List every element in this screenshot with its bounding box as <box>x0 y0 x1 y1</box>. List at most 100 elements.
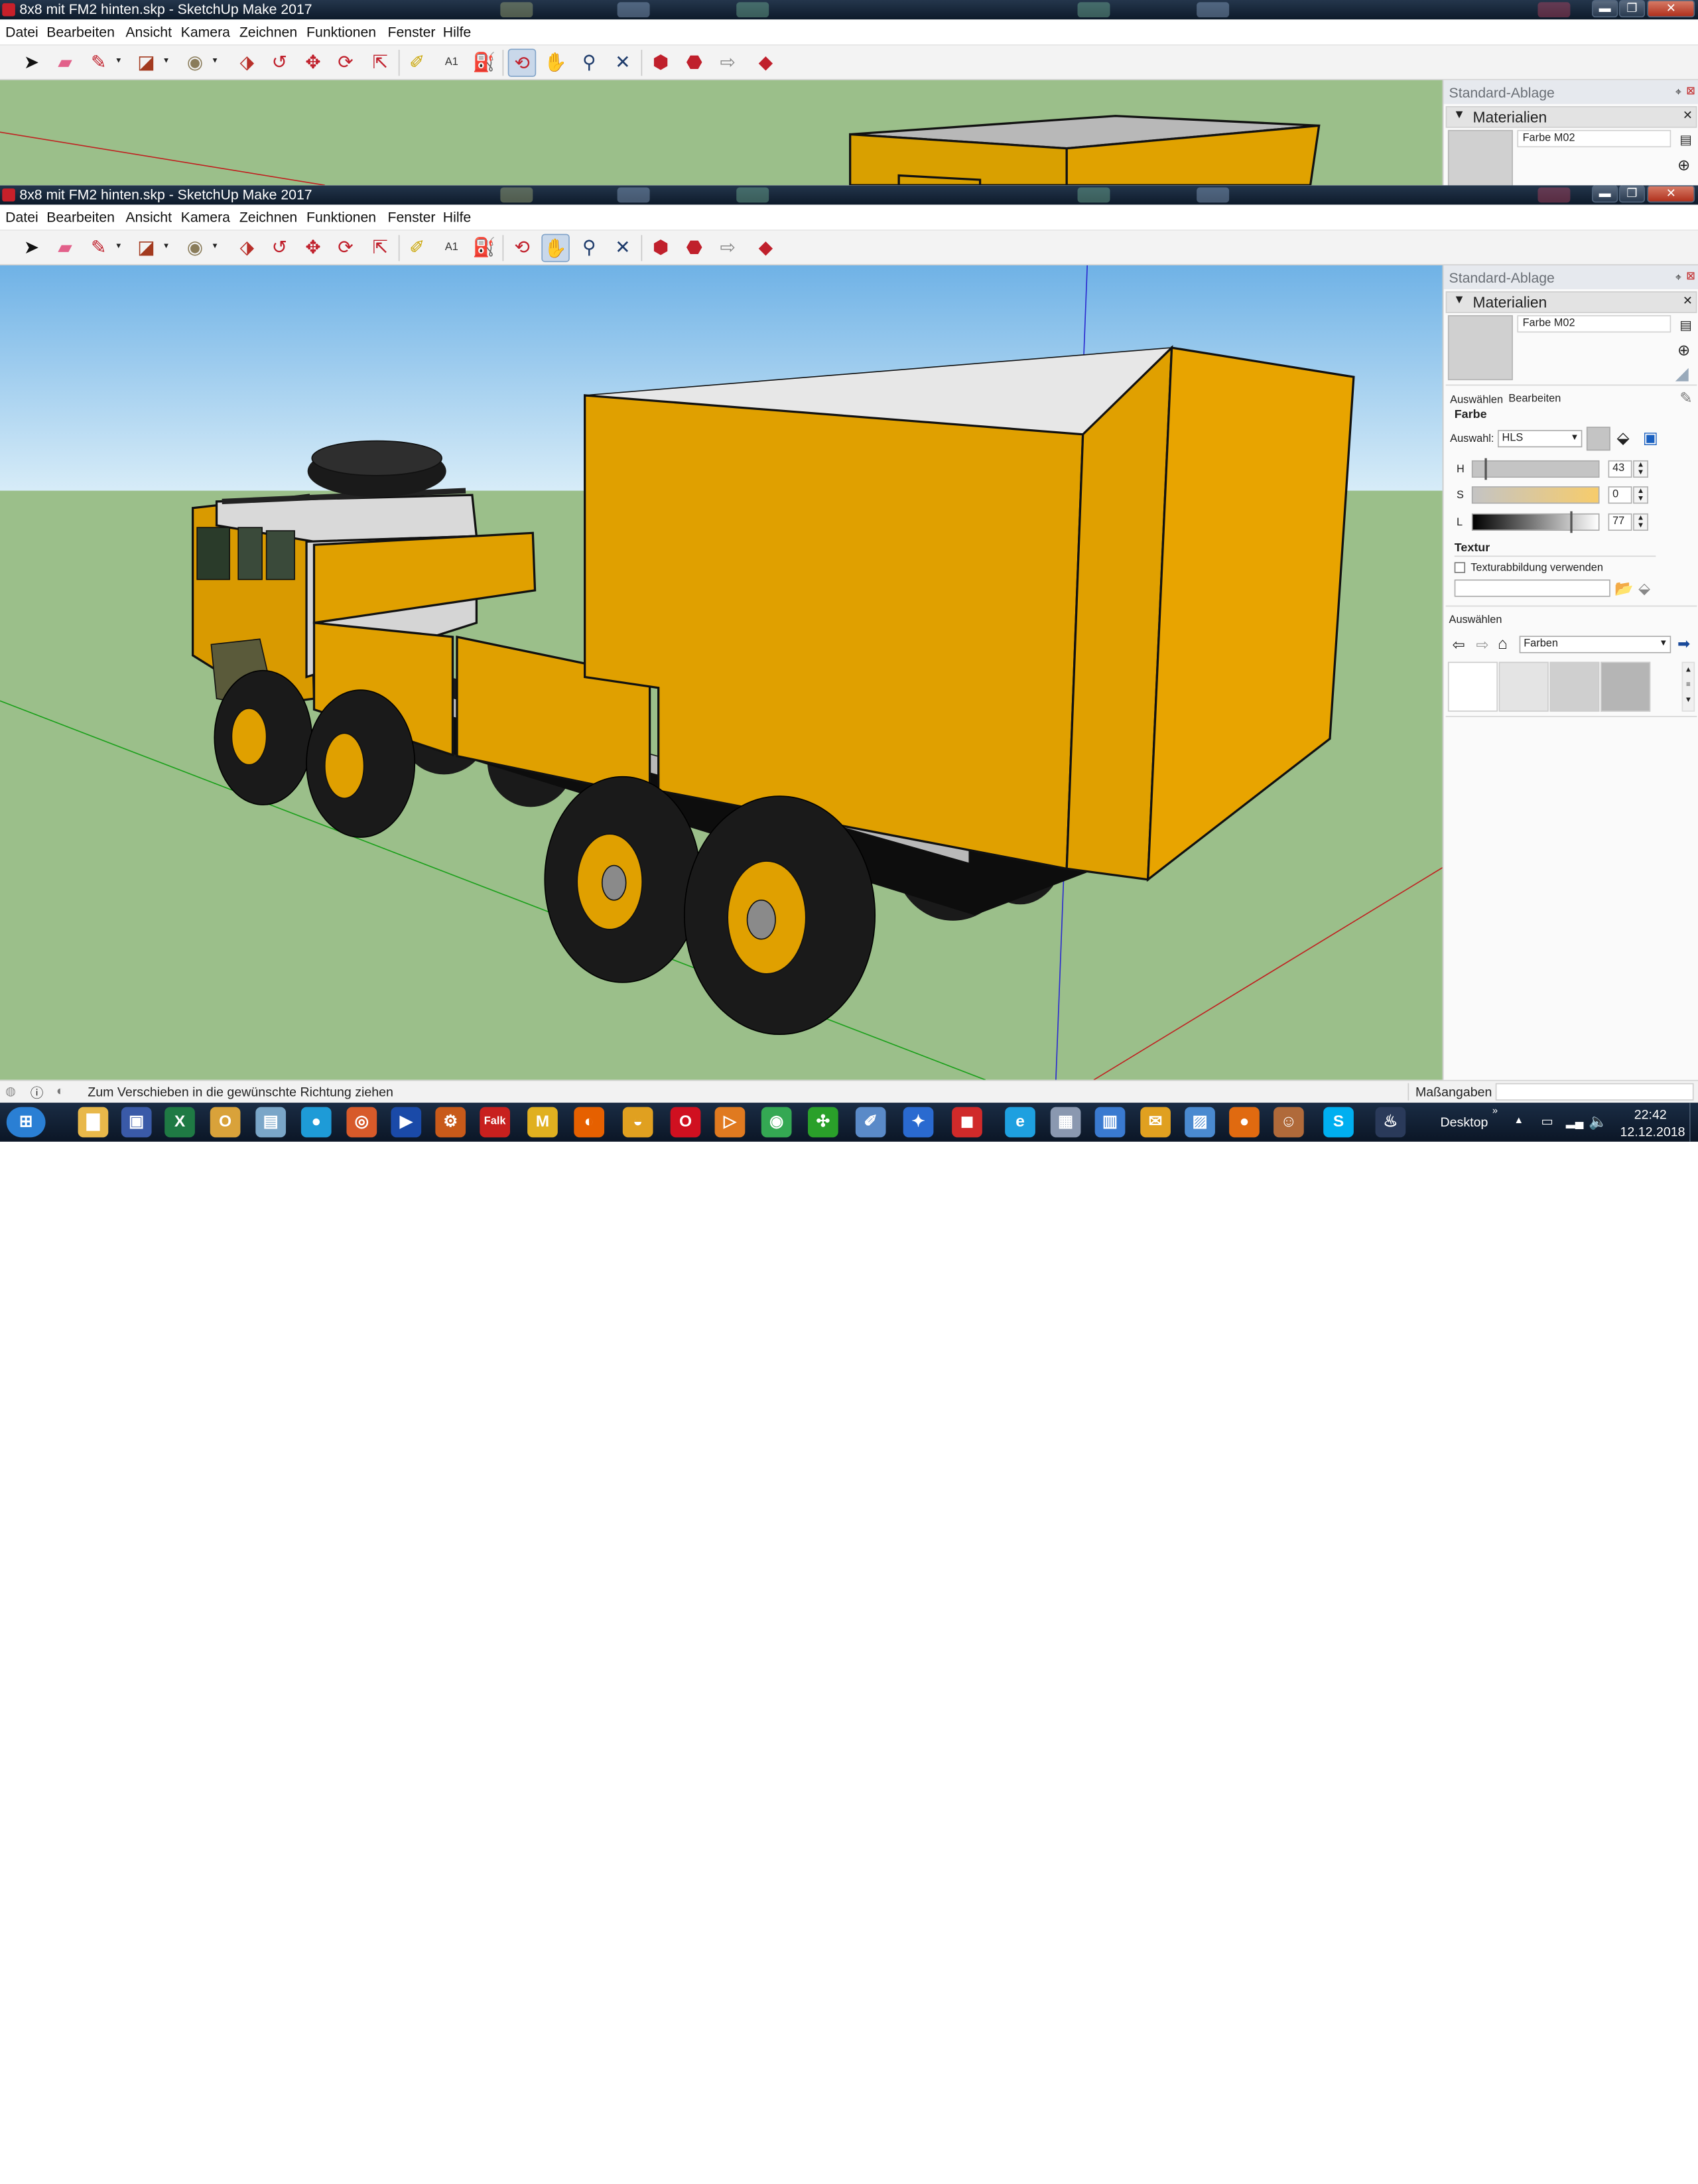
menu-fenster[interactable]: Fenster <box>388 209 436 225</box>
tray-close-icon[interactable]: ⊠ <box>1686 271 1695 283</box>
menu-zeichnen[interactable]: Zeichnen <box>239 24 297 40</box>
title-bar[interactable]: 8x8 mit FM2 hinten.skp - SketchUp Make 2… <box>0 0 1698 20</box>
scale-tool-icon[interactable]: ⇱ <box>366 234 394 262</box>
push-pull-icon[interactable]: ⬗ <box>233 48 261 76</box>
zoom-extents-icon[interactable]: ✕ <box>609 234 637 262</box>
geo-location-icon[interactable]: ◍ <box>5 1084 16 1099</box>
user-account-icon[interactable]: ◐ <box>56 1083 64 1099</box>
match-model-color-icon[interactable]: ⬙ <box>1617 428 1630 448</box>
color-swatch-white[interactable] <box>1447 661 1498 712</box>
arc-tool-icon[interactable]: ◪ <box>132 48 160 76</box>
calculator-icon[interactable]: ▦ <box>1050 1107 1081 1138</box>
picker-select[interactable]: HLS ▼ <box>1498 430 1583 448</box>
warehouse-icon[interactable]: ⬢ <box>647 48 675 76</box>
tool-dropdown-arrow-icon[interactable]: ▼ <box>163 243 170 250</box>
menu-datei[interactable]: Datei <box>5 24 38 40</box>
push-pull-icon[interactable]: ⬗ <box>233 234 261 262</box>
chrome-icon[interactable]: ◉ <box>761 1107 792 1138</box>
network-icon[interactable]: ▭ <box>1541 1113 1553 1128</box>
media-player-icon[interactable]: ▷ <box>714 1107 746 1138</box>
falk-navigator-icon[interactable]: Falk <box>480 1107 511 1138</box>
color-swatch-grey[interactable] <box>1549 661 1600 712</box>
materials-panel-header[interactable]: ▼ Materialien ✕ <box>1445 291 1697 313</box>
volume-icon[interactable]: 🔈 <box>1589 1113 1607 1131</box>
materials-panel-header[interactable]: ▼ Materialien ✕ <box>1445 106 1697 128</box>
ruby-extension-icon[interactable]: ◆ <box>751 234 779 262</box>
back-arrow-icon[interactable]: ⇦ <box>1452 636 1465 654</box>
outlook-icon[interactable]: O <box>210 1107 241 1138</box>
desktop-toolbar-label[interactable]: Desktop <box>1440 1115 1488 1130</box>
tool-dropdown-arrow-icon[interactable]: ▼ <box>163 58 170 65</box>
zoom-tool-icon[interactable]: ⚲ <box>575 234 603 262</box>
tools-app-icon[interactable]: ⚙ <box>435 1107 466 1138</box>
menu-kamera[interactable]: Kamera <box>181 209 230 225</box>
saturation-spinner[interactable]: ▲ ▼ <box>1633 486 1648 504</box>
avatar-app-icon[interactable]: ☺ <box>1274 1107 1304 1138</box>
rotate-tool-icon[interactable]: ⟳ <box>332 234 359 262</box>
display-secondary-icon[interactable]: ▤ <box>1679 132 1692 147</box>
network-app-icon[interactable]: ▨ <box>1185 1107 1215 1138</box>
display-secondary-icon[interactable]: ▤ <box>1679 317 1692 332</box>
orbit-tool-icon[interactable]: ⟲ <box>507 48 537 77</box>
library-select[interactable]: Farben ▼ <box>1519 636 1671 653</box>
tool-dropdown-arrow-icon[interactable]: ▼ <box>211 58 218 65</box>
zoom-tool-icon[interactable]: ⚲ <box>575 48 603 76</box>
orange-app-icon[interactable]: ● <box>1229 1107 1260 1138</box>
restore-button[interactable]: ❐ <box>1618 185 1646 203</box>
sketchup-taskbar-icon[interactable]: ◼ <box>952 1107 982 1138</box>
blue-star-app-icon[interactable]: ✦ <box>903 1107 934 1138</box>
minimize-button[interactable]: ▬ <box>1592 185 1618 203</box>
windows-start-icon[interactable]: ⊞ <box>6 1107 46 1138</box>
sketchup-window[interactable]: 8x8 mit FM2 hinten.skp - SketchUp Make 2… <box>0 185 1698 1103</box>
extension-warehouse-icon[interactable]: ⬣ <box>680 234 708 262</box>
create-material-icon[interactable]: ⊕ <box>1677 156 1690 174</box>
menu-hilfe[interactable]: Hilfe <box>443 209 471 225</box>
chevron-right-icon[interactable]: » <box>1492 1105 1498 1115</box>
internet-explorer-icon[interactable]: e <box>1005 1107 1035 1138</box>
text-tool-icon[interactable]: A1 <box>438 234 466 262</box>
skype-icon[interactable]: S <box>1323 1107 1354 1138</box>
menu-fenster[interactable]: Fenster <box>388 24 436 40</box>
orbit-tool-icon[interactable]: ⟲ <box>508 234 536 262</box>
green-app-icon[interactable]: ✣ <box>807 1107 838 1138</box>
hue-slider[interactable] <box>1471 460 1600 478</box>
ball-app-icon[interactable]: ◒ <box>622 1107 653 1138</box>
paint-app-icon[interactable]: ✐ <box>855 1107 886 1138</box>
tab-edit[interactable]: Bearbeiten <box>1508 393 1561 405</box>
tool-dropdown-arrow-icon[interactable]: ▼ <box>115 58 122 65</box>
extension-warehouse-icon[interactable]: ⬣ <box>680 48 708 76</box>
texture-edit-icon[interactable]: ⬙ <box>1638 579 1650 598</box>
clock-time[interactable]: 22:42 <box>1634 1107 1667 1123</box>
menu-hilfe[interactable]: Hilfe <box>443 24 471 40</box>
title-bar[interactable]: 8x8 mit FM2 hinten.skp - SketchUp Make 2… <box>0 185 1698 205</box>
folder-open-icon[interactable]: 📂 <box>1614 579 1633 598</box>
follow-me-icon[interactable]: ↺ <box>265 234 293 262</box>
details-arrow-icon[interactable]: ➡ <box>1677 635 1690 653</box>
menu-funktionen[interactable]: Funktionen <box>306 24 376 40</box>
move-tool-icon[interactable]: ✥ <box>299 48 327 76</box>
m-app-icon[interactable]: M <box>527 1107 558 1138</box>
paint-bucket-icon[interactable]: ⛽ <box>470 234 498 262</box>
mail-app-icon[interactable]: ✉ <box>1140 1107 1171 1138</box>
menu-funktionen[interactable]: Funktionen <box>306 209 376 225</box>
pan-tool-icon[interactable]: ✋ <box>541 48 569 76</box>
texture-path-field[interactable] <box>1454 579 1610 597</box>
rotate-tool-icon[interactable]: ⟳ <box>332 48 359 76</box>
zoom-extents-icon[interactable]: ✕ <box>609 48 637 76</box>
collapse-triangle-icon[interactable]: ▼ <box>1453 293 1465 307</box>
menu-ansicht[interactable]: Ansicht <box>125 209 172 225</box>
show-hidden-icons[interactable]: ▲ <box>1514 1115 1524 1125</box>
eraser-tool-icon[interactable]: ▰ <box>51 234 79 262</box>
select-tool-icon[interactable]: ➤ <box>17 48 45 76</box>
tool-dropdown-arrow-icon[interactable]: ▼ <box>211 243 218 250</box>
panel-close-icon[interactable]: ✕ <box>1683 108 1693 123</box>
viewport-back[interactable] <box>0 80 1443 186</box>
file-explorer-icon[interactable]: ▇ <box>78 1107 109 1138</box>
follow-me-icon[interactable]: ↺ <box>265 48 293 76</box>
minimize-button[interactable]: ▬ <box>1592 0 1618 18</box>
lightness-value[interactable]: 77 <box>1608 513 1632 531</box>
ruby-extension-icon[interactable]: ◆ <box>751 48 779 76</box>
clock-date[interactable]: 12.12.2018 <box>1620 1125 1685 1140</box>
close-button[interactable]: ✕ <box>1647 0 1695 18</box>
pan-tool-icon[interactable]: ✋ <box>541 234 570 263</box>
